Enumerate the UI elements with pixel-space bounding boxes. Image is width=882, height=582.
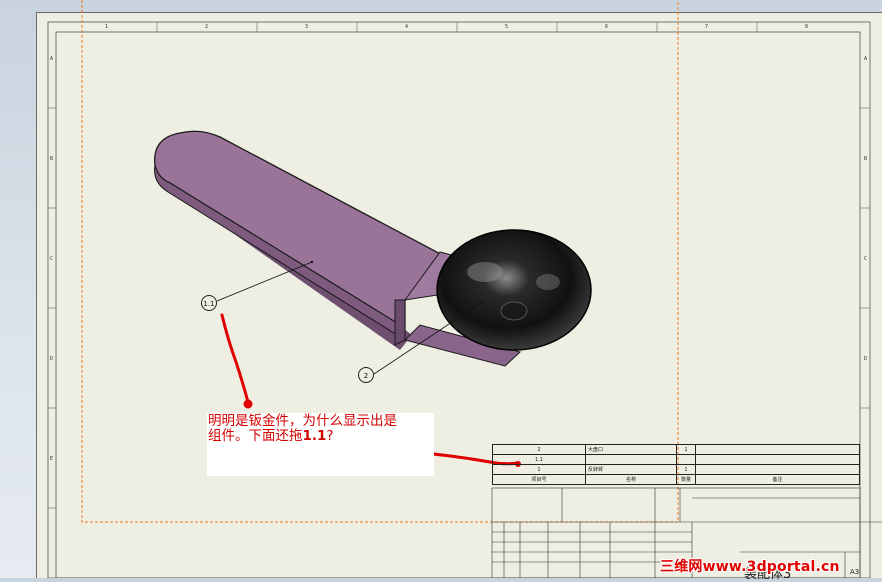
zone-col-7: 7 <box>705 24 709 30</box>
zone-col-5: 5 <box>505 24 509 30</box>
bom-cell-no: 1 <box>492 464 586 475</box>
zone-row-d-right: D <box>864 356 868 362</box>
bom-cell-note <box>695 464 860 475</box>
bom-row: 1 反转臂 1 <box>492 464 860 475</box>
sheet-size: A3 <box>850 568 860 576</box>
note-line-1: 明明是钣金件，为什么显示出是 <box>208 413 397 429</box>
note-line-2-bold: 1.1 <box>302 428 327 444</box>
bom-header-no: 项目号 <box>492 474 586 485</box>
bom-cell-name <box>585 454 677 465</box>
zone-row-a: A <box>50 56 54 62</box>
bom-cell-qty: 1 <box>676 464 696 475</box>
zone-col-3: 3 <box>305 24 309 30</box>
zone-col-4: 4 <box>405 24 409 30</box>
zone-row-e: E <box>50 456 54 462</box>
balloon-item-1-1[interactable]: 1.1 <box>201 295 217 311</box>
bom-header-note: 备注 <box>695 474 860 485</box>
zone-row-b: B <box>50 156 54 162</box>
bill-of-materials[interactable]: 2 大盘口 1 1.1 1 反转臂 1 项目号 名称 数量 备注 <box>492 444 860 488</box>
bom-cell-note <box>695 444 860 455</box>
bom-row: 2 大盘口 1 <box>492 444 860 455</box>
zone-row-a-right: A <box>864 56 868 62</box>
bom-header-name: 名称 <box>585 474 677 485</box>
zone-row-c-right: C <box>864 256 868 262</box>
drawing-canvas <box>47 0 882 578</box>
zone-row-c: C <box>50 256 54 262</box>
bom-cell-name: 大盘口 <box>585 444 677 455</box>
bom-cell-note <box>695 454 860 465</box>
bom-header-row: 项目号 名称 数量 备注 <box>492 474 860 485</box>
bowl-part <box>436 229 592 351</box>
zone-col-6: 6 <box>605 24 609 30</box>
balloon-item-2[interactable]: 2 <box>358 367 374 383</box>
bom-cell-no: 2 <box>492 444 586 455</box>
bom-row: 1.1 <box>492 454 860 465</box>
zone-col-2: 2 <box>205 24 209 30</box>
zone-col-1: 1 <box>105 24 109 30</box>
bom-cell-name: 反转臂 <box>585 464 677 475</box>
annotation-note: 明明是钣金件，为什么显示出是 组件。下面还拖1.1? <box>207 413 434 476</box>
zone-row-b-right: B <box>864 156 868 162</box>
note-line-2-prefix: 组件。下面还拖 <box>208 428 303 444</box>
note-line-2-suffix: ? <box>326 428 334 444</box>
watermark: 三维网www.3dportal.cn <box>660 559 840 575</box>
bom-cell-qty: 1 <box>676 444 696 455</box>
bom-cell-no: 1.1 <box>492 454 586 465</box>
zone-col-8: 8 <box>805 24 809 30</box>
bom-cell-qty <box>676 454 696 465</box>
zone-row-d: D <box>50 356 54 362</box>
bom-header-qty: 数量 <box>676 474 696 485</box>
